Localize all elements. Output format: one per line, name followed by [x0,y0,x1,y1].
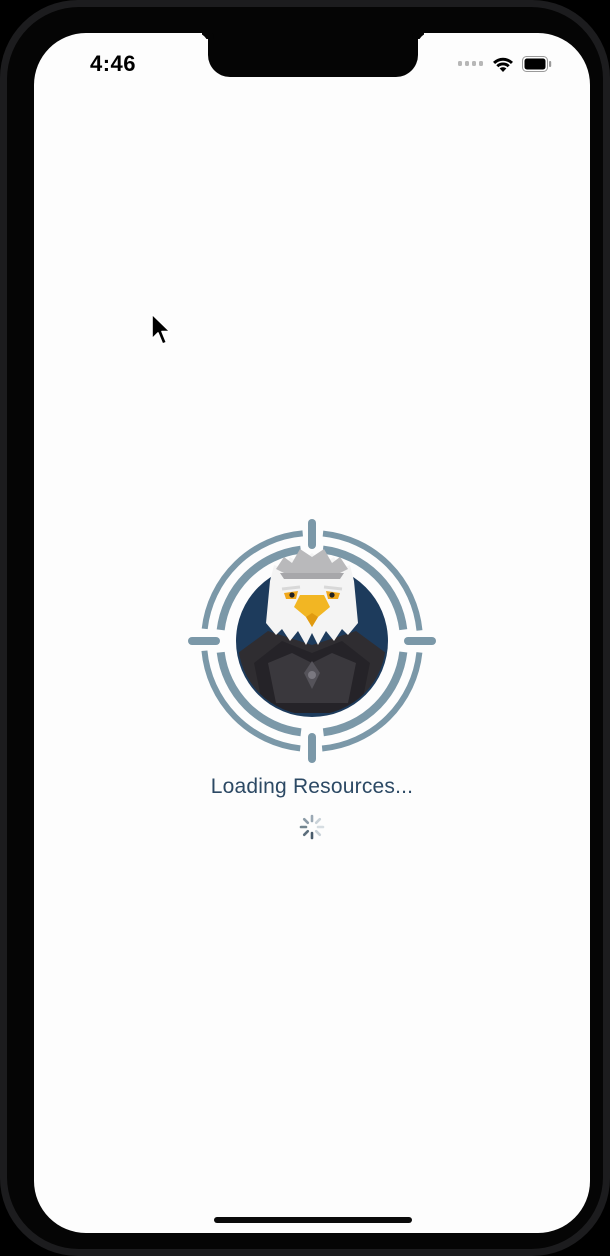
cellular-signal-icon [458,61,484,67]
eagle-crosshair-logo [188,519,436,763]
status-time: 4:46 [90,51,137,76]
phone-bezel: 4:46 Loading Resources... [7,7,603,1249]
device-notch [208,33,418,77]
loading-label: Loading Resources... [210,775,414,798]
activity-spinner-icon [299,814,325,840]
wifi-icon [493,57,513,72]
home-indicator[interactable] [214,1217,412,1223]
mouse-pointer-icon [151,313,171,345]
status-icons [458,53,568,75]
battery-icon [522,56,552,72]
phone-frame: 4:46 Loading Resources... [0,0,610,1256]
loading-splash: Loading Resources... [34,513,590,853]
app-screen: 4:46 Loading Resources... [34,33,590,1233]
